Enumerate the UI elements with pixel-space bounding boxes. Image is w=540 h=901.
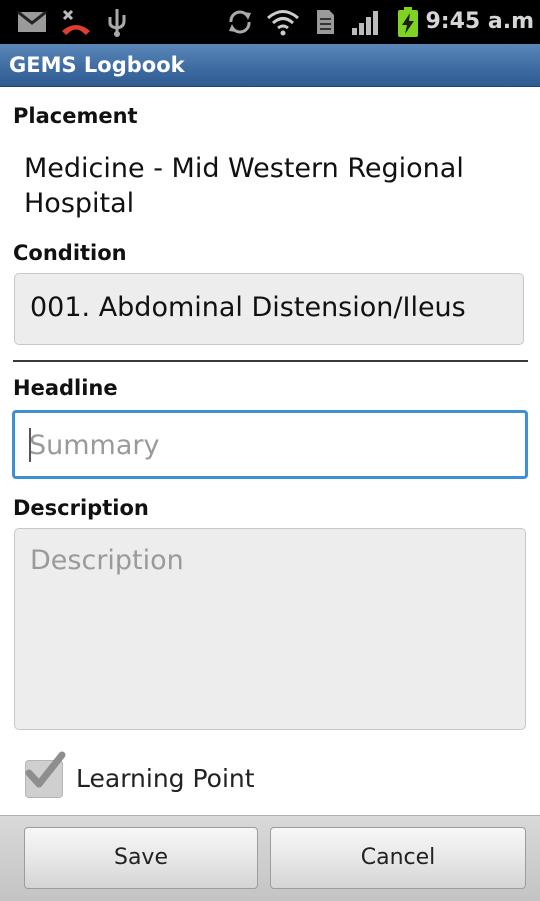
placement-label: Placement [13,104,138,128]
placement-value: Medicine - Mid Western Regional Hospital [24,153,464,219]
description-textarea[interactable]: Description [14,528,526,730]
sd-card-icon [314,6,336,38]
section-divider [13,360,528,362]
app-title: GEMS Logbook [9,53,185,77]
text-caret [29,428,31,462]
sync-icon [226,6,254,38]
usb-icon [106,6,128,38]
save-button[interactable]: Save [24,827,258,889]
battery-charging-icon [396,6,420,38]
signal-icon [350,6,382,38]
clock-time: 9:45 a.m [425,9,534,34]
condition-selector[interactable]: 001. Abdominal Distension/Ileus [14,273,524,345]
title-bar: GEMS Logbook [0,44,540,87]
status-bar: 9:45 a.m [0,0,540,44]
condition-value: 001. Abdominal Distension/Ileus [30,292,466,323]
checkmark-icon [25,751,66,788]
cancel-button[interactable]: Cancel [270,827,526,889]
learning-point-checkbox[interactable] [25,751,66,798]
missed-call-icon [60,6,92,38]
headline-label: Headline [13,376,118,400]
headline-input[interactable]: Summary [12,410,528,479]
headline-placeholder: Summary [29,430,160,461]
wifi-icon [266,6,300,38]
description-label: Description [13,496,149,520]
description-placeholder: Description [30,545,184,576]
condition-label: Condition [13,241,127,265]
learning-point-label: Learning Point [76,764,255,793]
gmail-icon [17,6,47,38]
button-bar: Save Cancel [0,815,540,901]
